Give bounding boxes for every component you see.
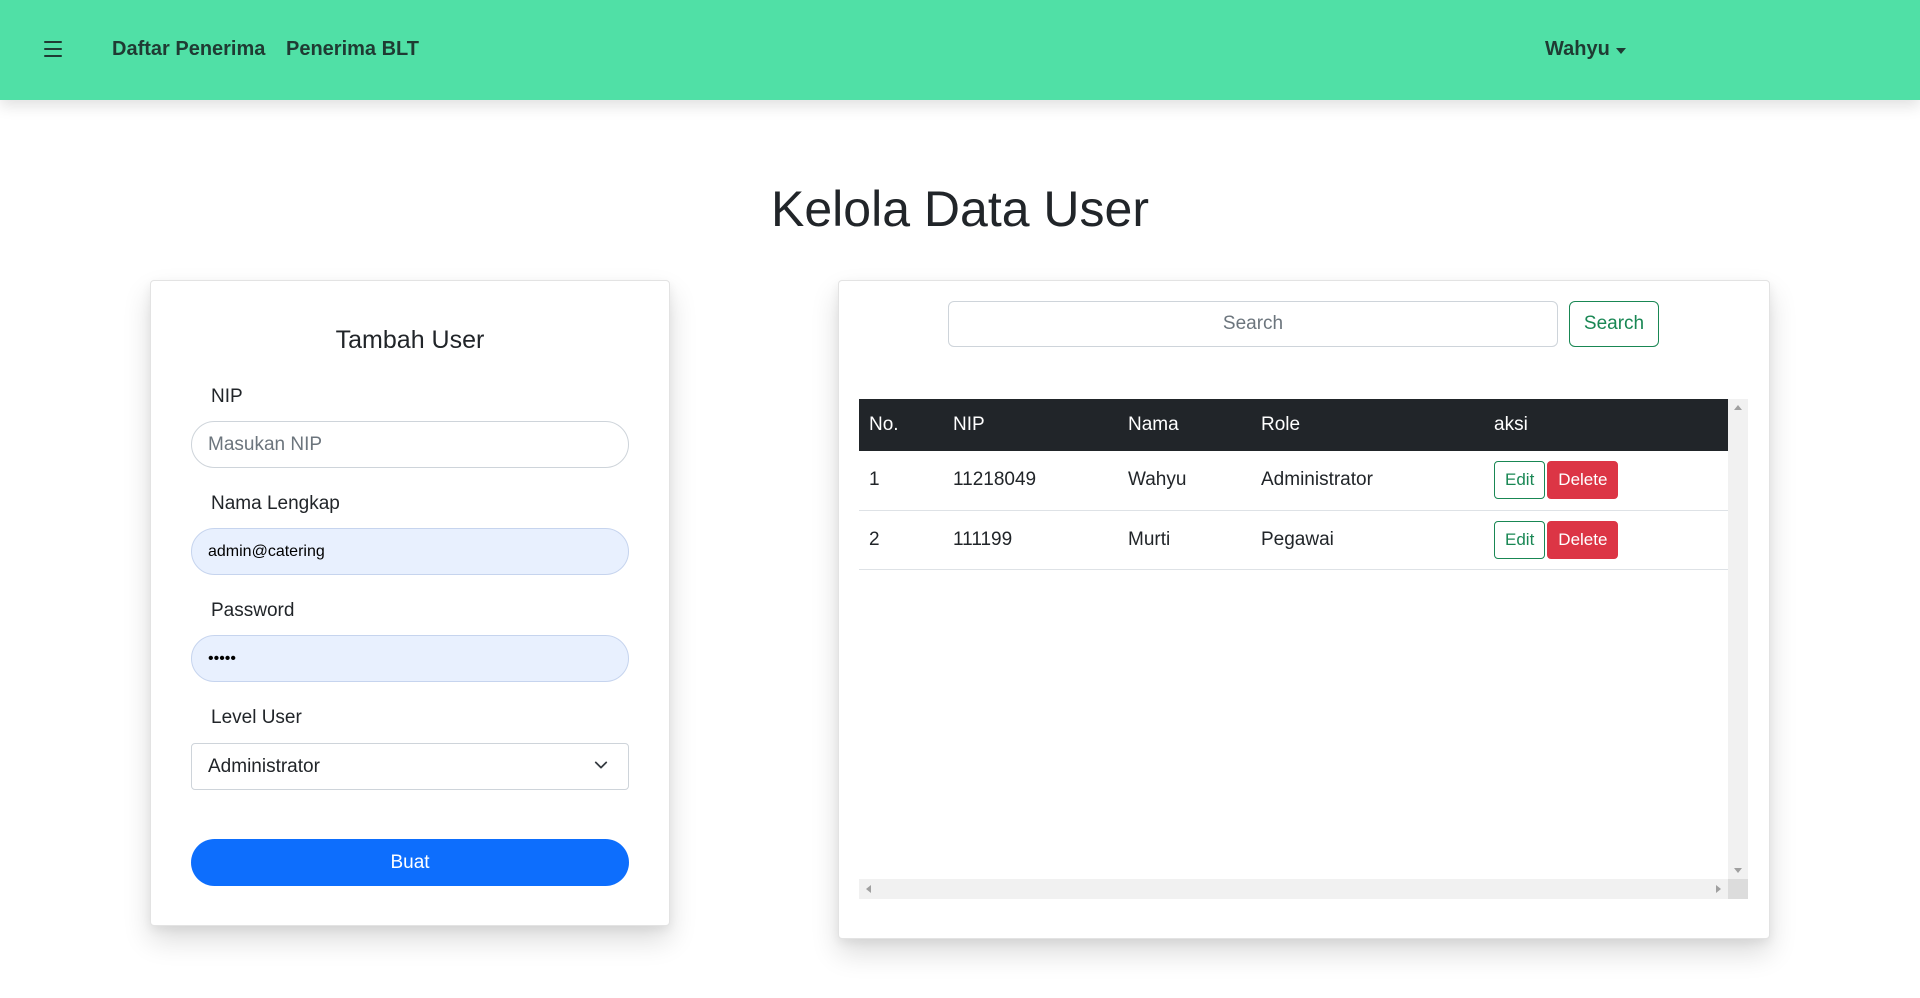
nama-lengkap-input[interactable]	[191, 528, 629, 575]
header-no: No.	[859, 399, 943, 451]
vertical-scrollbar[interactable]	[1728, 399, 1748, 879]
header-role: Role	[1251, 399, 1484, 451]
scroll-down-icon[interactable]	[1734, 868, 1742, 873]
scroll-up-icon[interactable]	[1734, 405, 1742, 410]
delete-button[interactable]: Delete	[1547, 520, 1619, 559]
table-row: 2 111199 Murti Pegawai Edit Delete	[859, 510, 1728, 570]
cell-nip: 11218049	[943, 451, 1118, 511]
navbar: Daftar Penerima Penerima BLT Wahyu	[0, 0, 1920, 100]
password-input[interactable]	[191, 635, 629, 682]
nama-lengkap-label: Nama Lengkap	[211, 493, 340, 514]
table-header-row: No. NIP Nama Role aksi	[859, 399, 1728, 451]
level-user-label: Level User	[211, 707, 302, 728]
delete-button[interactable]: Delete	[1547, 461, 1619, 500]
search-button[interactable]: Search	[1569, 301, 1659, 347]
edit-button[interactable]: Edit	[1494, 520, 1546, 559]
cell-aksi: Edit Delete	[1484, 510, 1728, 570]
scroll-left-icon[interactable]	[866, 885, 871, 893]
page-title: Kelola Data User	[771, 181, 1149, 237]
cell-no: 1	[859, 451, 943, 511]
edit-button[interactable]: Edit	[1494, 461, 1546, 500]
cell-nama: Murti	[1118, 510, 1251, 570]
cell-nip: 111199	[943, 510, 1118, 570]
scrollbar-corner	[1728, 879, 1748, 899]
user-name: Wahyu	[1545, 38, 1610, 60]
header-aksi: aksi	[1484, 399, 1728, 451]
cell-no: 2	[859, 510, 943, 570]
scroll-right-icon[interactable]	[1716, 885, 1721, 893]
level-user-select[interactable]: Administrator	[191, 743, 629, 790]
buat-button[interactable]: Buat	[191, 839, 629, 886]
cell-aksi: Edit Delete	[1484, 451, 1728, 511]
user-table: No. NIP Nama Role aksi 1 11218049 Wahyu …	[859, 399, 1728, 570]
cell-role: Administrator	[1251, 451, 1484, 511]
header-nama: Nama	[1118, 399, 1251, 451]
user-table-card: Search No. NIP Nama Role aksi 1 11218049	[838, 280, 1770, 939]
search-input[interactable]	[948, 301, 1558, 347]
form-title: Tambah User	[335, 326, 485, 354]
nav-link-penerima-blt[interactable]: Penerima BLT	[286, 38, 419, 61]
cell-nama: Wahyu	[1118, 451, 1251, 511]
nav-link-daftar-penerima[interactable]: Daftar Penerima	[112, 38, 265, 61]
add-user-card: Tambah User NIP Nama Lengkap Password Le…	[150, 280, 670, 926]
nip-label: NIP	[211, 386, 243, 407]
password-label: Password	[211, 600, 295, 621]
table-row: 1 11218049 Wahyu Administrator Edit Delet…	[859, 451, 1728, 511]
header-nip: NIP	[943, 399, 1118, 451]
caret-down-icon	[1615, 47, 1626, 54]
cell-role: Pegawai	[1251, 510, 1484, 570]
chevron-down-icon	[594, 761, 608, 769]
table-container: No. NIP Nama Role aksi 1 11218049 Wahyu …	[859, 399, 1748, 899]
user-dropdown[interactable]: Wahyu	[1545, 38, 1626, 61]
hamburger-icon[interactable]	[44, 41, 62, 57]
table-viewport: No. NIP Nama Role aksi 1 11218049 Wahyu …	[859, 399, 1728, 879]
horizontal-scrollbar[interactable]	[859, 879, 1728, 899]
nip-input[interactable]	[191, 421, 629, 468]
level-user-selected: Administrator	[208, 755, 320, 777]
